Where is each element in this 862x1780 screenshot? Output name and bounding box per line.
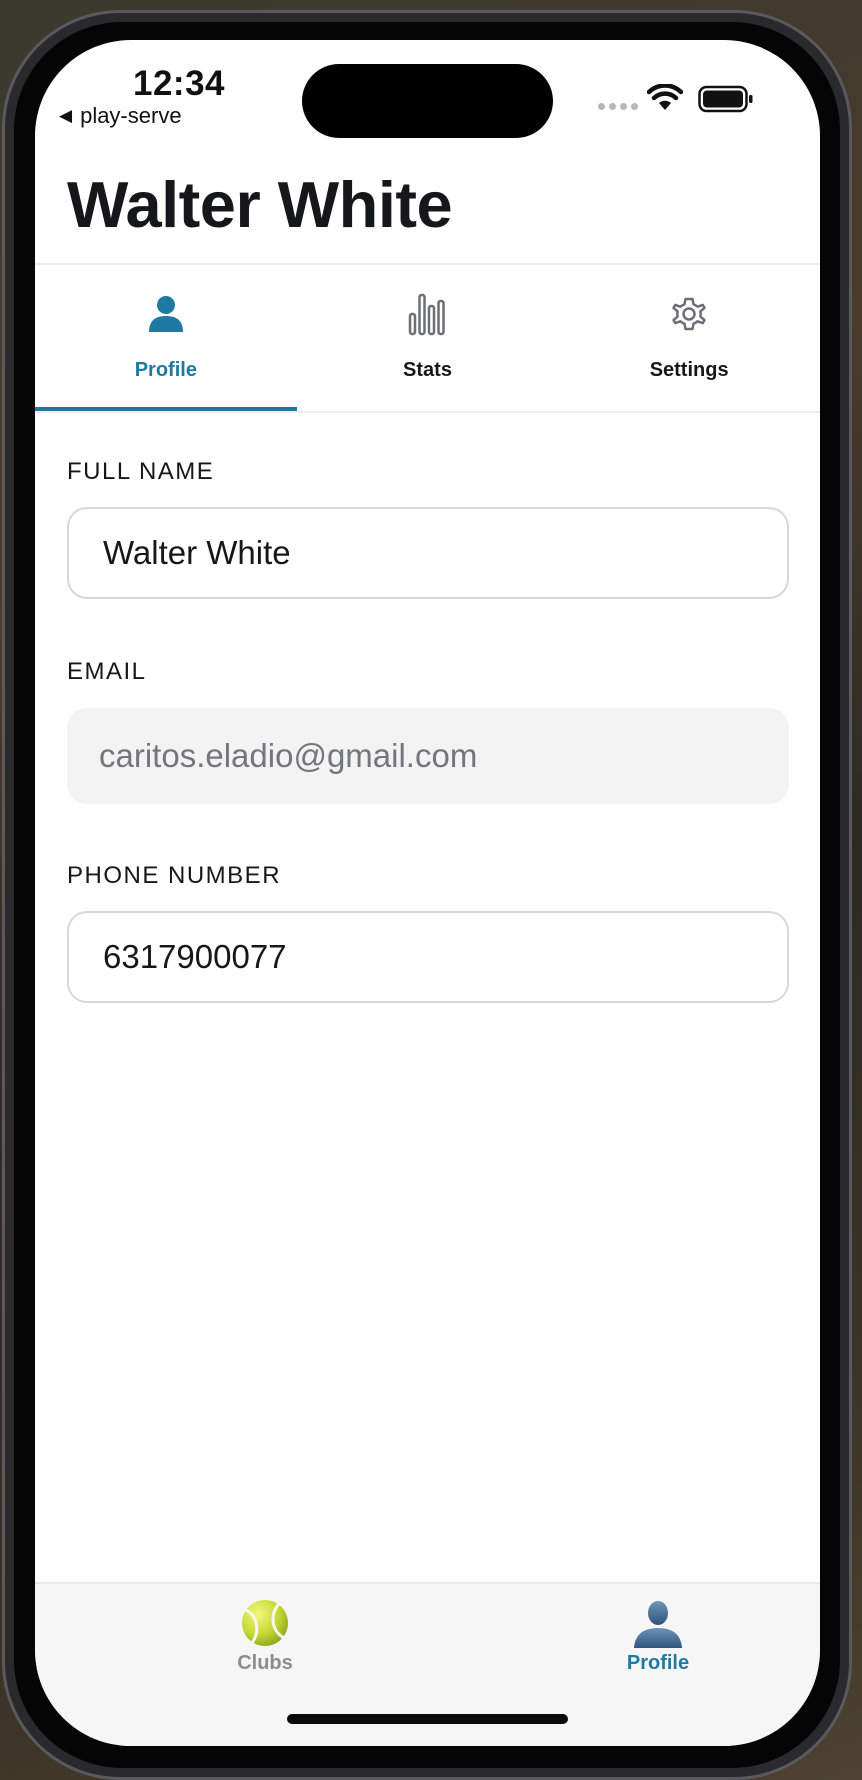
gear-icon <box>672 297 706 331</box>
back-app-label: play-serve <box>80 103 182 128</box>
bar-chart-icon <box>409 293 446 336</box>
tab-settings[interactable]: Settings <box>558 265 820 413</box>
nav-item-clubs[interactable]: Clubs <box>195 1598 335 1675</box>
tab-label: Stats <box>403 359 452 381</box>
back-arrow-icon: ◀ <box>59 106 73 125</box>
page-title: Walter White <box>67 168 453 241</box>
battery-icon <box>698 85 753 113</box>
wifi-icon <box>647 84 683 110</box>
app-screen: 12:34 ◀ play-serve Walter White Profile <box>35 40 820 1746</box>
email-field[interactable] <box>67 708 789 804</box>
nav-label: Profile <box>626 1652 690 1674</box>
nav-item-profile[interactable]: Profile <box>588 1598 728 1675</box>
phone-number-label: PHONE NUMBER <box>67 862 282 889</box>
tabs-divider <box>35 411 820 413</box>
back-to-app-link[interactable]: ◀ play-serve <box>59 103 182 129</box>
email-label: EMAIL <box>67 658 147 685</box>
user-silhouette-icon <box>634 1601 682 1648</box>
home-indicator[interactable] <box>287 1714 568 1724</box>
profile-tabs: Profile Stats Settings <box>35 265 820 413</box>
tab-stats[interactable]: Stats <box>297 265 559 413</box>
dynamic-island <box>302 64 553 138</box>
full-name-input[interactable] <box>67 507 789 599</box>
tab-label: Settings <box>649 359 729 381</box>
tab-profile[interactable]: Profile <box>35 265 297 413</box>
phone-number-input[interactable] <box>67 911 789 1003</box>
tab-label: Profile <box>134 359 197 381</box>
nav-label: Clubs <box>237 1652 293 1674</box>
person-icon <box>148 296 183 332</box>
status-time: 12:34 <box>133 64 226 103</box>
full-name-label: FULL NAME <box>67 458 215 485</box>
tennis-ball-icon <box>242 1600 288 1646</box>
cellular-signal-icon <box>598 103 638 110</box>
